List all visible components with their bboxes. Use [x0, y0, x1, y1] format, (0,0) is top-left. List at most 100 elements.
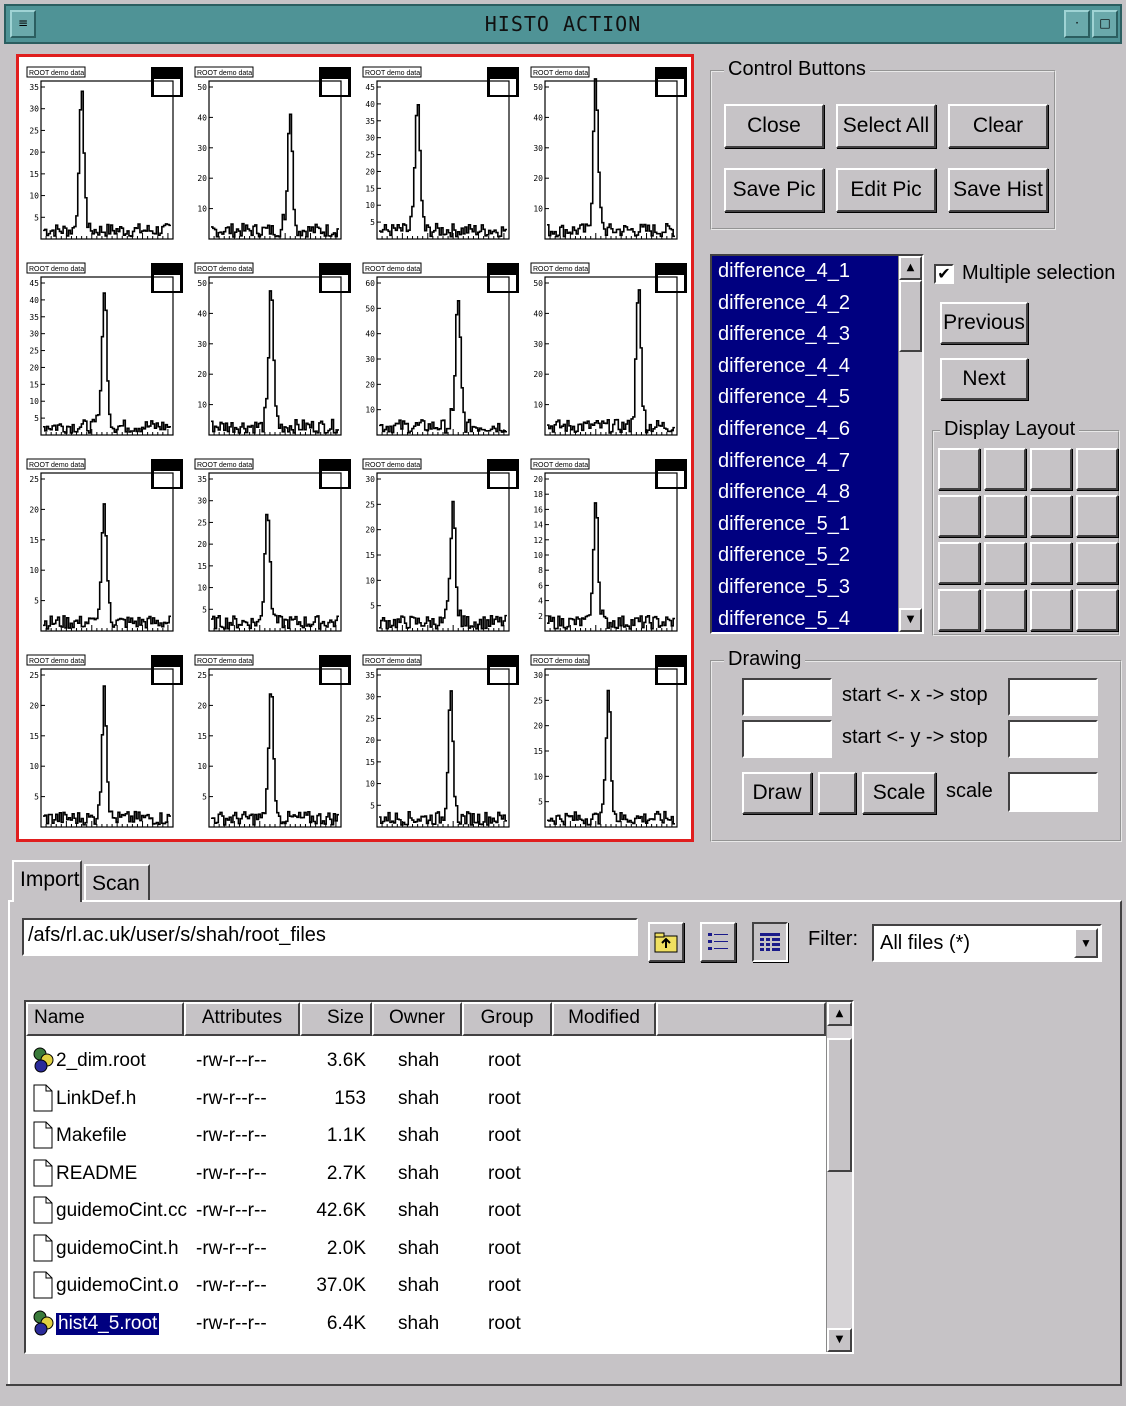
histogram-list-item[interactable]: difference_4_2 — [712, 288, 922, 320]
x-start-field[interactable] — [742, 678, 832, 716]
histogram-list-scrollbar[interactable]: ▲ ▼ — [898, 256, 922, 632]
y-tick-label: 25 — [365, 151, 375, 160]
table-row[interactable]: Makefile -rw-r--r-- 1.1K shah root — [26, 1117, 826, 1155]
y-tick-label: 45 — [29, 279, 39, 288]
histogram-list-item[interactable]: difference_4_4 — [712, 351, 922, 383]
histogram-list-item[interactable]: difference_4_8 — [712, 477, 922, 509]
filter-select[interactable]: All files (*) ▼ — [872, 924, 1102, 962]
pad-title: ROOT demo data — [29, 658, 84, 665]
tab-scan[interactable]: Scan — [84, 864, 150, 900]
file-list-view[interactable]: Name Attributes Size Owner Group Modifie… — [24, 1000, 854, 1354]
table-row[interactable]: hist4_5.root -rw-r--r-- 6.4K shah root — [26, 1305, 826, 1343]
select-all-button[interactable]: Select All — [836, 104, 936, 148]
y-tick-label: 15 — [29, 536, 39, 545]
layout-cell-4x3[interactable] — [1030, 589, 1072, 631]
save-pic-button[interactable]: Save Pic — [724, 168, 824, 212]
checkmark-icon: ✔ — [937, 264, 951, 283]
histogram-list-item[interactable]: difference_5_4 — [712, 604, 922, 632]
title-bar[interactable]: ≡ HISTO ACTION · □ — [4, 4, 1122, 44]
layout-cell-3x2[interactable] — [984, 542, 1026, 584]
y-tick-label: 25 — [197, 671, 207, 680]
layout-cell-1x1[interactable] — [938, 448, 980, 490]
y-tick-label: 15 — [365, 758, 375, 767]
file-owner: shah — [398, 1237, 440, 1259]
layout-cell-2x1[interactable] — [938, 495, 980, 537]
histogram-line — [43, 503, 171, 630]
draw-button[interactable]: Draw — [742, 772, 812, 814]
minimize-icon[interactable]: · — [1064, 10, 1090, 38]
table-row[interactable]: LinkDef.h -rw-r--r-- 153 shah root — [26, 1080, 826, 1118]
scroll-down-icon[interactable]: ▼ — [827, 1328, 852, 1352]
scroll-up-icon[interactable]: ▲ — [827, 1002, 852, 1026]
histogram-listbox[interactable]: difference_4_1 difference_4_2 difference_4… — [710, 254, 924, 634]
layout-cell-3x3[interactable] — [1030, 542, 1072, 584]
histogram-grid: ROOT demo data5101520253035ROOT demo dat… — [26, 66, 687, 828]
histogram-list-item[interactable]: difference_5_2 — [712, 540, 922, 572]
next-button[interactable]: Next — [940, 358, 1028, 400]
layout-cell-2x4[interactable] — [1076, 495, 1118, 537]
close-button[interactable]: Close — [724, 104, 824, 148]
chevron-down-icon[interactable]: ▼ — [1074, 928, 1098, 958]
details-view-button[interactable] — [752, 922, 788, 962]
histogram-list-item[interactable]: difference_4_3 — [712, 319, 922, 351]
layout-cell-2x2[interactable] — [984, 495, 1026, 537]
y-tick-label: 15 — [197, 562, 207, 571]
layout-cell-4x4[interactable] — [1076, 589, 1118, 631]
y-start-field[interactable] — [742, 720, 832, 758]
layout-cell-2x3[interactable] — [1030, 495, 1072, 537]
scroll-up-icon[interactable]: ▲ — [899, 256, 922, 280]
column-header-group[interactable]: Group — [462, 1002, 552, 1036]
histogram-canvas[interactable]: ROOT demo data 5 10 15 20 25 30 35 ROOT demo dat… — [16, 54, 694, 842]
table-row[interactable]: README -rw-r--r-- 2.7K shah root — [26, 1155, 826, 1193]
x-stop-field[interactable] — [1008, 678, 1098, 716]
layout-cell-1x3[interactable] — [1030, 448, 1072, 490]
list-view-button[interactable] — [700, 922, 736, 962]
column-header-modified[interactable]: Modified — [552, 1002, 656, 1036]
histogram-list-item[interactable]: difference_5_1 — [712, 509, 922, 541]
column-header-size[interactable]: Size — [300, 1002, 372, 1036]
column-header-name[interactable]: Name — [26, 1002, 184, 1036]
file-group: root — [488, 1275, 521, 1296]
histogram-list-item[interactable]: difference_4_5 — [712, 382, 922, 414]
previous-button[interactable]: Previous — [940, 302, 1028, 344]
histogram-list-item[interactable]: difference_4_7 — [712, 446, 922, 478]
file-list-scrollbar[interactable]: ▲ ▼ — [826, 1002, 852, 1352]
scale-field[interactable] — [1008, 772, 1098, 812]
draw-option-button[interactable] — [818, 772, 856, 814]
layout-cell-4x1[interactable] — [938, 589, 980, 631]
parent-directory-button[interactable] — [648, 922, 684, 962]
multiple-selection-checkbox[interactable]: ✔ — [934, 264, 954, 284]
maximize-icon[interactable]: □ — [1092, 10, 1118, 38]
scroll-thumb[interactable] — [827, 1038, 852, 1172]
histogram-list-item[interactable]: difference_5_3 — [712, 572, 922, 604]
table-row[interactable]: guidemoCint.o -rw-r--r-- 37.0K shah root — [26, 1267, 826, 1305]
table-row[interactable]: 2_dim.root -rw-r--r-- 3.6K shah root — [26, 1042, 826, 1080]
layout-cell-1x2[interactable] — [984, 448, 1026, 490]
plot-frame — [208, 276, 342, 436]
y-tick-label: 50 — [197, 83, 207, 92]
edit-pic-button[interactable]: Edit Pic — [836, 168, 936, 212]
directory-path-field[interactable]: /afs/rl.ac.uk/user/s/shah/root_files — [22, 918, 638, 956]
layout-cell-3x4[interactable] — [1076, 542, 1118, 584]
histo-action-window: ≡ HISTO ACTION · □ ROOT demo data 5 10 15 20… — [0, 0, 1126, 1406]
file-size: 153 — [334, 1087, 366, 1109]
table-row[interactable]: guidemoCint.h -rw-r--r-- 2.0K shah root — [26, 1230, 826, 1268]
y-stop-field[interactable] — [1008, 720, 1098, 758]
layout-cell-3x1[interactable] — [938, 542, 980, 584]
histogram-list-item[interactable]: difference_4_1 — [712, 256, 922, 288]
layout-cell-1x4[interactable] — [1076, 448, 1118, 490]
column-header-attributes[interactable]: Attributes — [184, 1002, 300, 1036]
column-header-owner[interactable]: Owner — [372, 1002, 462, 1036]
y-tick-label: 20 — [365, 526, 375, 535]
scale-button[interactable]: Scale — [862, 772, 936, 814]
tab-import[interactable]: Import — [12, 860, 82, 902]
scroll-thumb[interactable] — [899, 280, 922, 352]
y-tick-label: 10 — [29, 762, 39, 771]
save-hist-button[interactable]: Save Hist — [948, 168, 1048, 212]
histogram-list-item[interactable]: difference_4_6 — [712, 414, 922, 446]
layout-cell-4x2[interactable] — [984, 589, 1026, 631]
clear-button[interactable]: Clear — [948, 104, 1048, 148]
scroll-down-icon[interactable]: ▼ — [899, 608, 922, 632]
table-row[interactable]: guidemoCint.cc -rw-r--r-- 42.6K shah root — [26, 1192, 826, 1230]
plot-frame — [40, 80, 174, 240]
